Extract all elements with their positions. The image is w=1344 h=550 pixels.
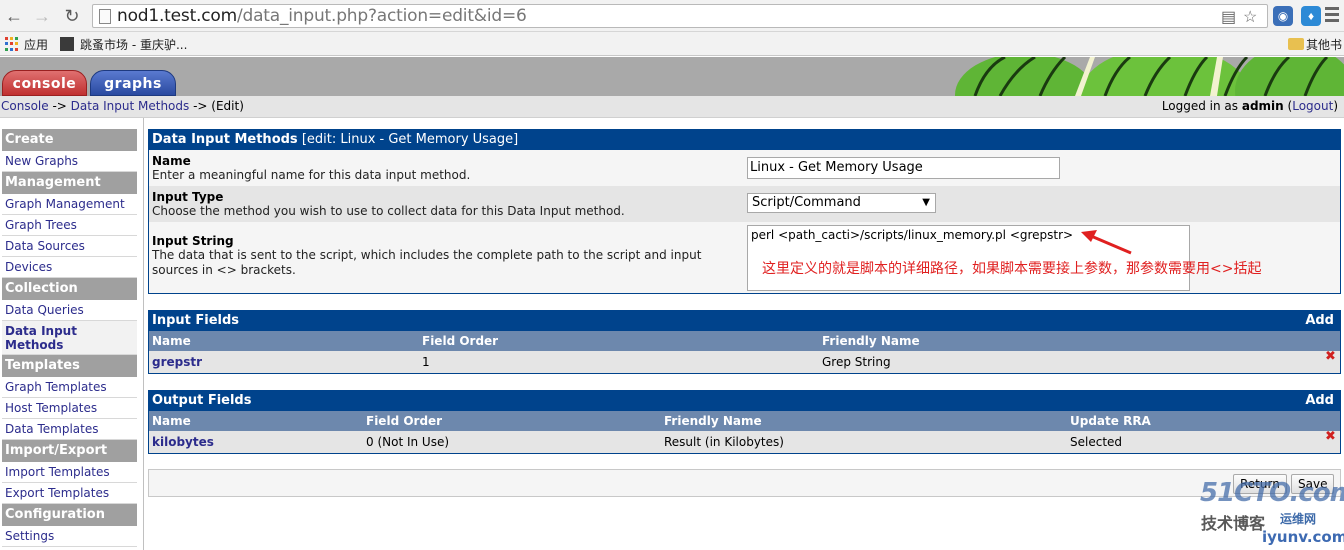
translate-icon[interactable]: ▤ — [1221, 7, 1236, 27]
input-string-row: Input String The data that is sent to th… — [149, 222, 1340, 293]
chevron-down-icon: ▼ — [922, 197, 930, 208]
folder-icon — [1288, 38, 1304, 50]
bookmark-flea-market[interactable]: 跳蚤市场 - 重庆驴... — [80, 36, 187, 53]
sidebar-item-graph-templates[interactable]: Graph Templates — [2, 377, 137, 398]
username: admin — [1241, 99, 1284, 113]
sidebar-item-graph-management[interactable]: Graph Management — [2, 194, 137, 215]
address-bar[interactable]: nod1.test.com/data_input.php?action=edit… — [92, 4, 1268, 28]
sidebar-header-create: Create — [2, 129, 137, 151]
arrow-annotation-icon — [1081, 230, 1132, 255]
sidebar-item-settings[interactable]: Settings — [2, 526, 137, 547]
bookmark-favicon-icon — [60, 37, 74, 51]
sidebar-header-import-export: Import/Export — [2, 440, 137, 462]
sidebar-item-data-queries[interactable]: Data Queries — [2, 300, 137, 321]
table-row: kilobytes 0 (Not In Use) Result (in Kilo… — [149, 430, 1340, 453]
edit-panel-header: Data Input Methods [edit: Linux - Get Me… — [149, 130, 1340, 150]
output-fields-header: Output Fields Add — [149, 391, 1340, 411]
breadcrumb-data-input-methods[interactable]: Data Input Methods — [71, 99, 190, 113]
output-fields-panel: Output Fields Add Name Field Order Friend… — [148, 390, 1341, 454]
sidebar-menu: Create New Graphs Management Graph Manageme… — [2, 129, 137, 547]
browser-toolbar: ← → ↻ nod1.test.com/data_input.php?actio… — [0, 0, 1344, 32]
input-field-name-link[interactable]: grepstr — [152, 351, 202, 373]
sidebar-item-host-templates[interactable]: Host Templates — [2, 398, 137, 419]
tab-graphs[interactable]: graphs — [90, 70, 176, 96]
breadcrumb: Console -> Data Input Methods -> (Edit) — [1, 99, 244, 113]
back-icon[interactable]: ← — [3, 5, 25, 27]
sidebar-item-data-templates[interactable]: Data Templates — [2, 419, 137, 440]
sidebar-item-devices[interactable]: Devices — [2, 257, 137, 278]
apps-icon[interactable] — [5, 37, 19, 51]
table-row: grepstr 1 Grep String ✖ — [149, 350, 1340, 373]
login-info: Logged in as admin (Logout) — [1161, 99, 1338, 113]
sidebar-item-export-templates[interactable]: Export Templates — [2, 483, 137, 504]
annotation-note: 这里定义的就是脚本的详细路径，如果脚本需要接上参数，那参数需要用<>括起 — [762, 261, 1262, 277]
breadcrumb-bar: Console -> Data Input Methods -> (Edit) … — [0, 96, 1344, 118]
reload-icon[interactable]: ↻ — [61, 5, 83, 27]
add-input-field-button[interactable]: Add — [1305, 311, 1334, 331]
sidebar-header-collection-methods: Collection Methods — [2, 278, 137, 318]
sidebar: Create New Graphs Management Graph Manageme… — [0, 118, 144, 550]
extension-icon[interactable]: ◉ — [1273, 6, 1293, 26]
name-input[interactable]: Linux - Get Memory Usage — [747, 157, 1060, 179]
bookmark-other[interactable]: 其他书 — [1306, 36, 1342, 53]
save-bar: Return Save — [148, 469, 1341, 497]
star-icon[interactable]: ☆ — [1243, 7, 1257, 27]
input-type-select[interactable]: Script/Command ▼ — [747, 193, 936, 213]
shield-icon[interactable]: ♦ — [1301, 6, 1321, 26]
forward-icon[interactable]: → — [31, 5, 53, 27]
add-output-field-button[interactable]: Add — [1305, 391, 1334, 411]
menu-icon[interactable] — [1325, 7, 1339, 25]
input-type-row: Input Type Choose the method you wish to… — [149, 186, 1340, 222]
cactus-logo — [955, 57, 1344, 96]
url-text: nod1.test.com/data_input.php?action=edit… — [117, 6, 527, 26]
delete-icon[interactable]: ✖ — [1325, 350, 1336, 363]
watermark: 51CTO.com 技术博客 运维网 iyunv.com — [1200, 478, 1344, 546]
sidebar-item-data-sources[interactable]: Data Sources — [2, 236, 137, 257]
input-fields-header: Input Fields Add — [149, 311, 1340, 331]
sidebar-item-graph-trees[interactable]: Graph Trees — [2, 215, 137, 236]
input-fields-columns: Name Field Order Friendly Name — [149, 331, 1340, 351]
breadcrumb-current: (Edit) — [211, 99, 244, 113]
bookmarks-bar: 应用 跳蚤市场 - 重庆驴... 其他书 — [0, 32, 1344, 56]
output-fields-columns: Name Field Order Friendly Name Update RR… — [149, 411, 1340, 431]
page-icon — [99, 9, 111, 24]
sidebar-item-data-input-methods[interactable]: Data Input Methods — [2, 321, 137, 355]
sidebar-header-configuration: Configuration — [2, 504, 137, 526]
bookmark-apps[interactable]: 应用 — [24, 36, 48, 53]
sidebar-header-management: Management — [2, 172, 137, 194]
tab-console[interactable]: console — [2, 70, 87, 96]
name-row: Name Enter a meaningful name for this da… — [149, 150, 1340, 186]
cacti-header: console graphs — [0, 57, 1344, 96]
sidebar-item-new-graphs[interactable]: New Graphs — [2, 151, 137, 172]
logout-link[interactable]: Logout — [1292, 99, 1333, 113]
output-field-name-link[interactable]: kilobytes — [152, 431, 214, 453]
input-fields-panel: Input Fields Add Name Field Order Friendl… — [148, 310, 1341, 374]
sidebar-header-templates: Templates — [2, 355, 137, 377]
delete-icon[interactable]: ✖ — [1325, 430, 1336, 443]
breadcrumb-console[interactable]: Console — [1, 99, 49, 113]
sidebar-item-import-templates[interactable]: Import Templates — [2, 462, 137, 483]
edit-panel: Data Input Methods [edit: Linux - Get Me… — [148, 129, 1341, 294]
